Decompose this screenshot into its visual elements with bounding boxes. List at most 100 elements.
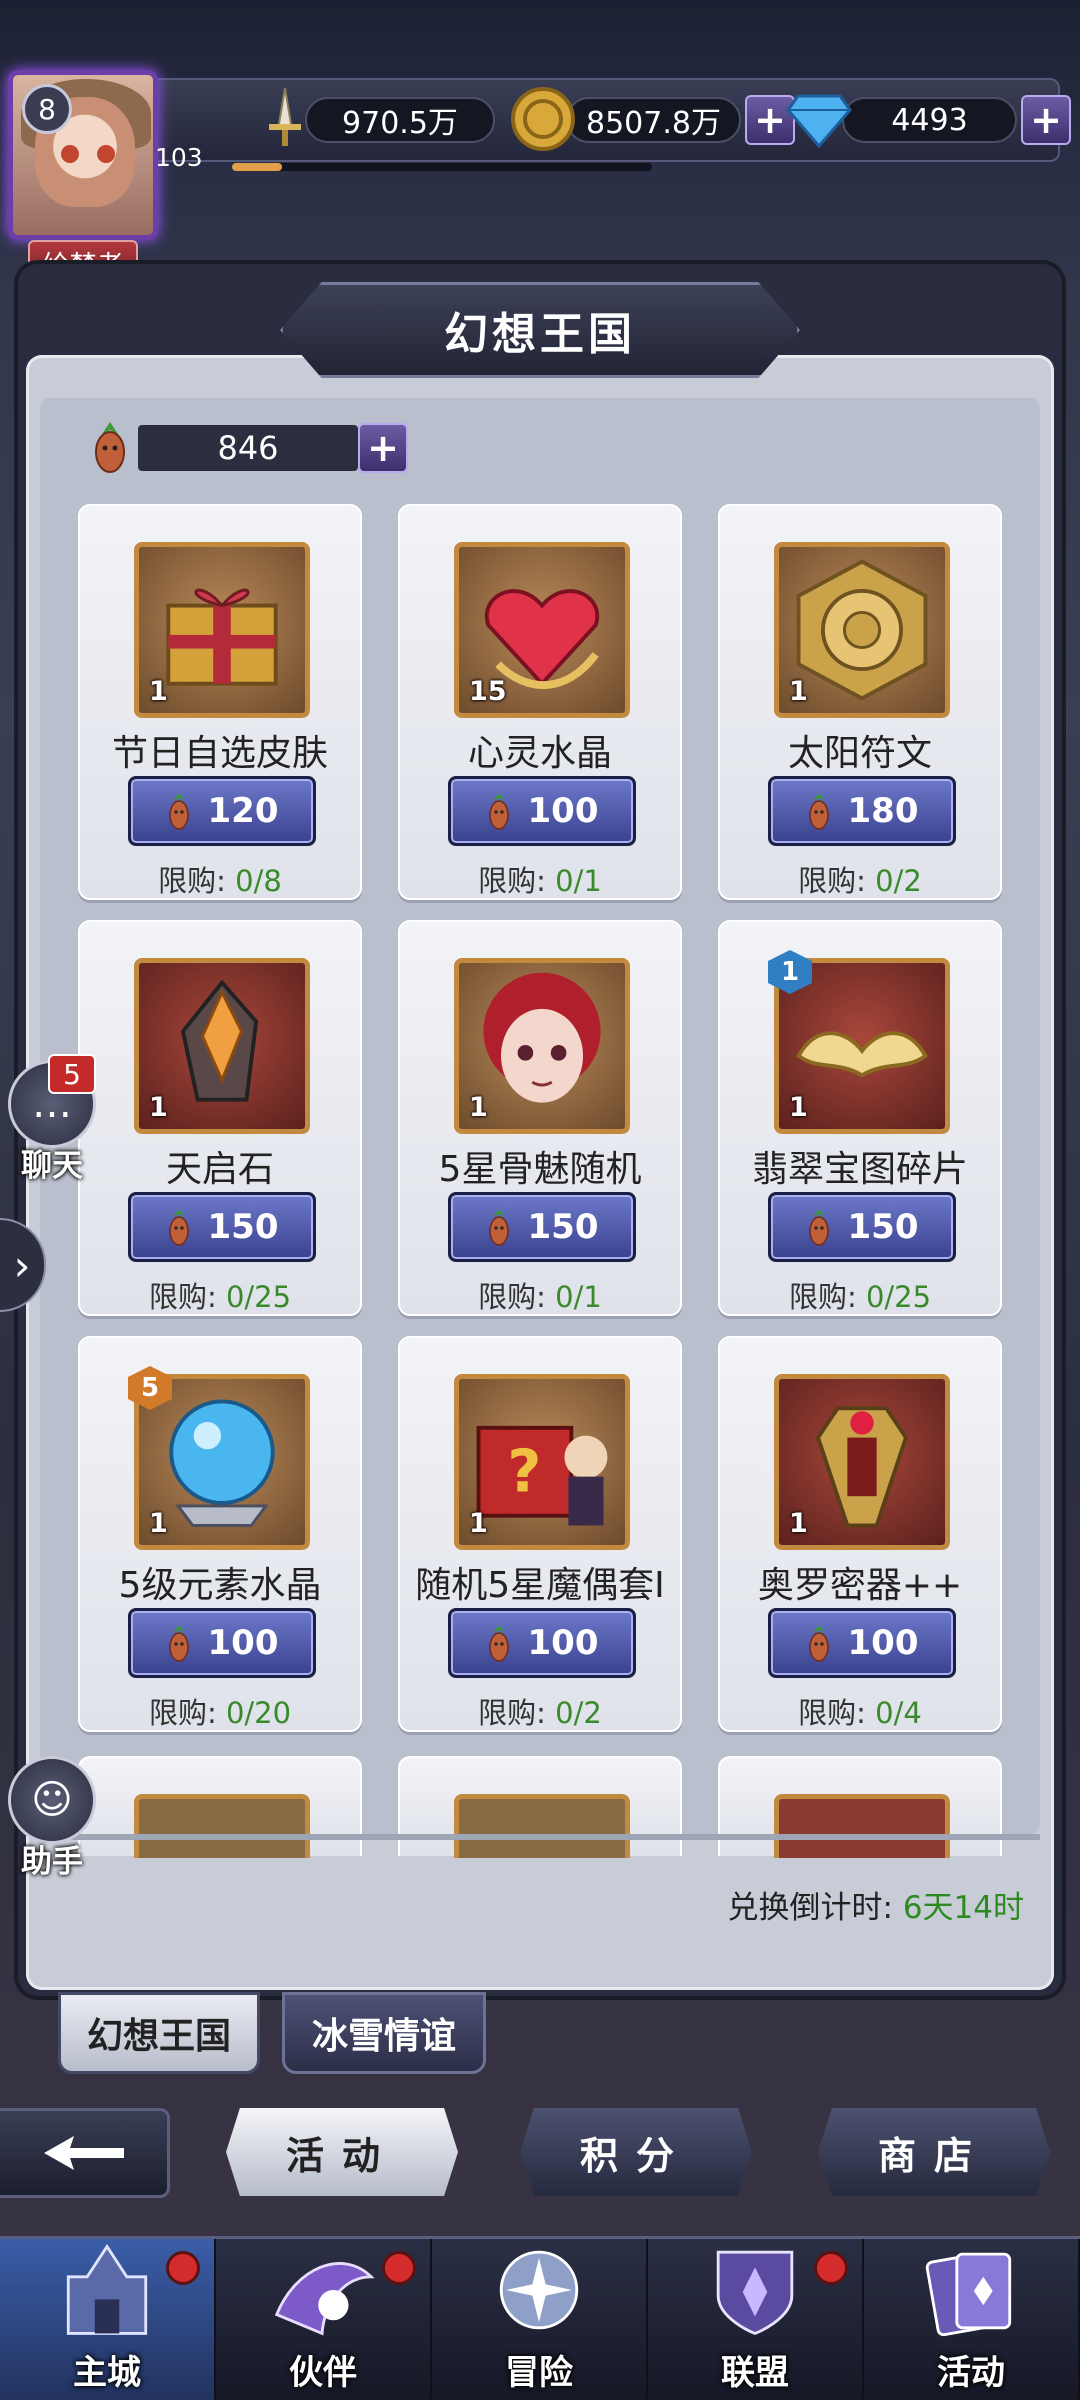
assistant-label: 助手 [21,1844,83,1880]
item-quantity: 1 [149,676,168,707]
add-diamond-button[interactable]: + [1021,95,1071,145]
buy-button[interactable]: 100 [768,1608,956,1678]
nav-main-city[interactable]: 主城 [0,2239,216,2400]
item-card[interactable]: 15 心灵水晶 100 限购: 0/1 [398,504,682,900]
activity-button[interactable]: 活动 [226,2108,458,2196]
gold-display: 8507.8万 + [510,87,795,151]
carrot-currency-icon [806,1623,832,1663]
item-quantity: 1 [789,1508,808,1539]
item-price: 150 [847,1207,919,1247]
item-card-partial[interactable] [718,1756,1002,1858]
purchase-limit: 限购: 0/25 [80,1274,360,1316]
limit-value: 0/25 [225,1280,292,1314]
shop-button[interactable]: 商店 [818,2108,1050,2196]
assistant-button[interactable]: ☺ 助手 [8,1756,96,1881]
item-name: 太阳符文 [787,733,932,774]
item-card[interactable]: 1 奥罗密器++ 100 限购: 0/4 [718,1336,1002,1732]
back-button[interactable] [0,2108,170,2198]
limit-value: 0/20 [225,1696,292,1730]
buy-button[interactable]: 150 [768,1192,956,1262]
item-quantity: 1 [789,676,808,707]
compass-icon [499,2250,579,2330]
panel-title: 幻想王国 [444,309,636,360]
limit-value: 0/4 [875,1696,922,1730]
countdown-value: 6天14时 [902,1890,1024,1926]
buy-button[interactable]: 150 [128,1192,316,1262]
notification-dot [814,2251,848,2285]
bottom-nav: 主城 伙伴 冒险 联盟 活动 [0,2236,1080,2400]
item-price: 100 [527,791,599,831]
buy-button[interactable]: 100 [448,1608,636,1678]
carrot-currency-icon [95,422,125,473]
item-icon-frame: 15 [454,542,630,718]
buy-button[interactable]: 100 [448,776,636,846]
item-card-partial[interactable] [398,1756,682,1858]
panel-title-banner: 幻想王国 [280,282,800,378]
carrot-currency-icon [486,1207,512,1247]
nav-label: 活动 [937,2353,1005,2393]
item-card[interactable]: 1 5星骨魅随机 150 限购: 0/1 [398,920,682,1316]
item-icon-frame: 1 [774,1374,950,1550]
purchase-limit: 限购: 0/2 [400,1690,680,1732]
item-name: 翡翠宝图碎片 [751,1149,968,1190]
limit-label: 限购: [798,1696,876,1730]
nav-partners[interactable]: 伙伴 [216,2239,432,2400]
limit-label: 限购: [478,1280,556,1314]
limit-label: 限购: [148,1280,226,1314]
item-quantity: 1 [469,1092,488,1123]
item-quantity: 15 [469,676,507,707]
castle-icon [66,2243,148,2335]
limit-value: 0/2 [875,864,922,898]
points-button[interactable]: 积分 [520,2108,752,2196]
purchase-limit: 限购: 0/8 [80,858,360,900]
purchase-limit: 限购: 0/1 [400,858,680,900]
add-currency-button[interactable]: + [358,423,408,473]
chat-button[interactable]: … 5 聊天 [8,1054,96,1185]
nav-activities[interactable]: 活动 [864,2239,1080,2400]
item-price: 100 [847,1623,919,1663]
diamond-value: 4493 [842,97,1017,143]
buy-button[interactable]: 150 [448,1192,636,1262]
item-icon-frame: 1 [774,542,950,718]
item-price: 100 [207,1623,279,1663]
svg-text:?: ? [507,1437,541,1505]
item-icon-frame [454,1794,630,1858]
carrot-currency-icon [486,791,512,831]
item-card[interactable]: 1 节日自选皮肤 120 限购: 0/8 [78,504,362,900]
item-card[interactable]: ? 1 随机5星魔偶套I 100 限购: 0/2 [398,1336,682,1732]
item-icon-frame: ? 1 [454,1374,630,1550]
nav-label: 伙伴 [289,2353,357,2393]
item-card[interactable]: 1 天启石 150 限购: 0/25 [78,920,362,1316]
limit-value: 0/2 [555,1696,602,1730]
item-card[interactable]: 1 太阳符文 180 限购: 0/2 [718,504,1002,900]
carrot-currency-icon [166,1207,192,1247]
tab-snow-friendship[interactable]: 冰雪情谊 [282,1992,486,2074]
currency-count: 846 [138,425,358,471]
limit-label: 限购: [798,864,876,898]
nav-adventure[interactable]: 冒险 [432,2239,648,2400]
tab-fantasy-kingdom[interactable]: 幻想王国 [58,1992,260,2074]
cards-icon [925,2252,1012,2337]
limit-label: 限购: [788,1280,866,1314]
nav-alliance[interactable]: 联盟 [648,2239,864,2400]
notification-dot [166,2251,200,2285]
exp-bar [232,163,652,171]
item-icon-frame: 1 [454,958,630,1134]
nav-label: 主城 [73,2353,141,2393]
limit-value: 0/25 [865,1280,932,1314]
item-card[interactable]: 1 5 5级元素水晶 100 限购: 0/20 [78,1336,362,1732]
avatar-eye [97,145,115,163]
item-quantity: 1 [789,1092,808,1123]
item-name: 随机5星魔偶套I [415,1565,665,1606]
chat-label: 聊天 [21,1148,83,1184]
diamond-icon [786,94,852,148]
power-display: 970.5万 [255,87,495,148]
item-card-partial[interactable] [78,1756,362,1858]
buy-button[interactable]: 180 [768,776,956,846]
item-card[interactable]: 1 1 翡翠宝图碎片 150 限购: 0/25 [718,920,1002,1316]
buy-button[interactable]: 120 [128,776,316,846]
purchase-limit: 限购: 0/2 [720,858,1000,900]
buy-button[interactable]: 100 [128,1608,316,1678]
shield-icon [716,2250,794,2335]
limit-label: 限购: [158,864,236,898]
